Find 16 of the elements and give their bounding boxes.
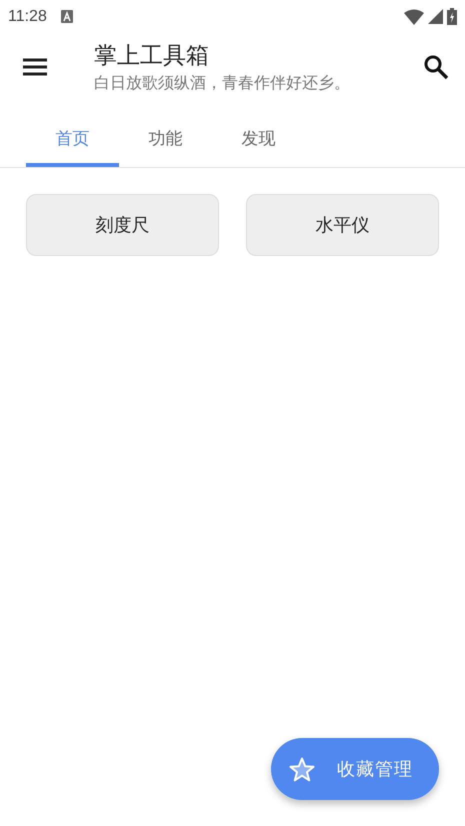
wifi-icon <box>404 8 424 24</box>
menu-icon[interactable] <box>22 57 48 77</box>
status-time: 11:28 <box>8 8 47 26</box>
star-icon <box>289 756 315 782</box>
tab[interactable]: 首页 <box>26 109 119 167</box>
app-title: 掌上工具箱 <box>94 42 210 71</box>
tool-button[interactable]: 刻度尺 <box>26 194 219 256</box>
tool-button[interactable]: 水平仪 <box>246 194 439 256</box>
tab[interactable]: 发现 <box>212 109 305 167</box>
app-subtitle: 白日放歌须纵酒，青春作伴好还乡。 <box>94 73 351 94</box>
battery-icon <box>447 8 457 25</box>
tab[interactable]: 功能 <box>119 109 212 167</box>
signal-icon <box>428 9 443 24</box>
notification-icon <box>60 10 73 23</box>
search-icon[interactable] <box>423 54 449 80</box>
favorites-button[interactable]: 收藏管理 <box>271 738 439 800</box>
